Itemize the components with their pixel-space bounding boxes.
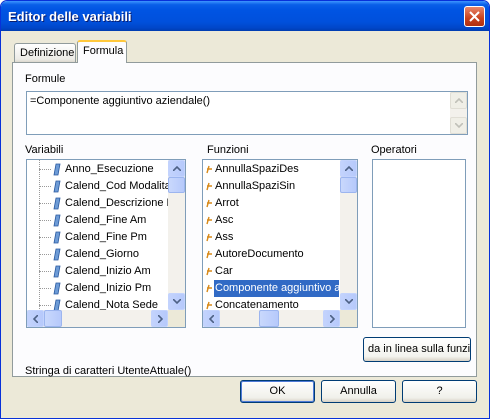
list-item[interactable]: Calend_Giorno <box>27 246 169 263</box>
scroll-right-button[interactable] <box>323 310 340 327</box>
function-icon <box>206 233 212 242</box>
arrow-down-icon <box>173 299 181 304</box>
variable-icon <box>53 265 61 278</box>
operators-label: Operatori <box>371 144 417 156</box>
scroll-left-button[interactable] <box>27 310 44 327</box>
scroll-right-button[interactable] <box>151 310 168 327</box>
dialog-body: Definizione Formula Formule =Componente … <box>4 31 486 417</box>
list-item[interactable]: AutoreDocumento <box>203 246 341 263</box>
function-icon <box>206 267 212 276</box>
functions-list[interactable]: AnnullaSpaziDes AnnullaSpaziSin Arrot As… <box>202 159 358 328</box>
list-item[interactable]: Ass <box>203 229 341 246</box>
formula-scrollbar[interactable] <box>450 92 467 134</box>
scroll-down-button[interactable] <box>450 117 467 134</box>
function-icon <box>206 250 212 259</box>
arrow-right-icon <box>330 315 335 323</box>
list-item[interactable]: Calend_Descrizione M <box>27 195 176 212</box>
formula-textarea[interactable]: =Componente aggiuntivo aziendale() <box>26 91 468 135</box>
list-item-selected[interactable]: Componente aggiuntivo a <box>203 280 341 297</box>
variable-icon <box>53 282 61 295</box>
close-button[interactable] <box>464 6 485 27</box>
scroll-down-button[interactable] <box>168 293 185 310</box>
scroll-left-button[interactable] <box>203 310 220 327</box>
scroll-down-button[interactable] <box>340 293 357 310</box>
list-item[interactable]: AnnullaSpaziDes <box>203 161 341 178</box>
window-title: Editor delle variabili <box>8 9 132 24</box>
list-item[interactable]: Calend_Cod Modalita <box>27 178 171 195</box>
variable-icon <box>53 163 61 176</box>
function-icon <box>206 165 212 174</box>
list-item[interactable]: Anno_Esecuzione <box>27 161 169 178</box>
function-syntax-text: Stringa di caratteri UtenteAttuale() <box>25 365 192 377</box>
arrow-up-icon <box>455 98 463 103</box>
variables-hscrollbar[interactable] <box>27 310 185 327</box>
function-icon <box>206 199 212 208</box>
variable-icon <box>53 197 61 210</box>
tab-formula[interactable]: Formula <box>77 40 127 63</box>
cancel-button[interactable]: Annulla <box>321 380 396 403</box>
inline-help-button[interactable]: da in linea sulla funzio <box>363 337 471 362</box>
list-item[interactable]: Asc <box>203 212 341 229</box>
functions-vscrollbar[interactable] <box>340 160 357 310</box>
operators-list[interactable] <box>372 159 466 328</box>
arrow-up-icon <box>173 166 181 171</box>
scroll-thumb[interactable] <box>168 177 185 193</box>
variables-vscrollbar[interactable] <box>168 160 185 310</box>
dialog-window: Editor delle variabili Definizione Formu… <box>0 0 490 419</box>
close-icon <box>469 11 480 22</box>
arrow-left-icon <box>33 315 38 323</box>
function-icon <box>206 284 212 293</box>
arrow-up-icon <box>345 166 353 171</box>
arrow-right-icon <box>158 315 163 323</box>
list-item[interactable]: Calend_Inizio Am <box>27 263 169 280</box>
formula-label: Formule <box>25 73 66 85</box>
function-icon <box>206 216 212 225</box>
functions-hscrollbar[interactable] <box>203 310 357 327</box>
variable-icon <box>53 180 61 193</box>
function-icon <box>206 301 212 310</box>
variable-icon <box>53 231 61 244</box>
scroll-thumb[interactable] <box>259 310 279 327</box>
scroll-thumb[interactable] <box>44 310 62 327</box>
function-icon <box>206 182 212 191</box>
scroll-up-button[interactable] <box>168 160 185 177</box>
scroll-up-button[interactable] <box>450 92 467 109</box>
list-item[interactable]: Calend_Fine Am <box>27 212 169 229</box>
variable-icon <box>53 248 61 261</box>
arrow-left-icon <box>209 315 214 323</box>
arrow-down-icon <box>345 299 353 304</box>
help-button[interactable]: ? <box>402 380 477 403</box>
formula-text: =Componente aggiuntivo aziendale() <box>30 95 211 107</box>
list-item[interactable]: AnnullaSpaziSin <box>203 178 341 195</box>
tab-definizione[interactable]: Definizione <box>14 43 76 63</box>
list-item[interactable]: Car <box>203 263 341 280</box>
title-bar[interactable]: Editor delle variabili <box>1 1 489 31</box>
functions-label: Funzioni <box>207 144 249 156</box>
arrow-down-icon <box>455 123 463 128</box>
scroll-thumb[interactable] <box>340 177 357 193</box>
scroll-up-button[interactable] <box>340 160 357 177</box>
list-item[interactable]: Arrot <box>203 195 341 212</box>
list-item[interactable]: Calend_Fine Pm <box>27 229 169 246</box>
variable-icon <box>53 214 61 227</box>
list-item[interactable]: Calend_Inizio Pm <box>27 280 169 297</box>
formula-tab-panel: Formule =Componente aggiuntivo aziendale… <box>12 62 477 377</box>
variables-list[interactable]: Anno_Esecuzione Calend_Cod Modalita Cale… <box>26 159 186 328</box>
variables-label: Variabili <box>25 144 64 156</box>
ok-button[interactable]: OK <box>240 380 315 403</box>
